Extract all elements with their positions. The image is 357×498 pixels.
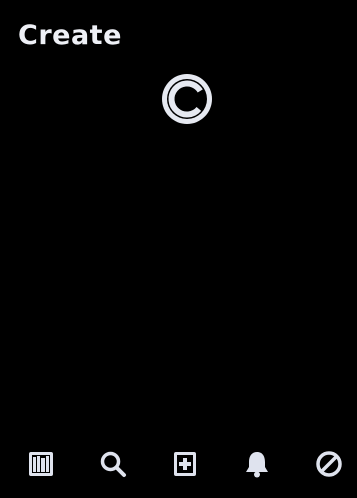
library-icon xyxy=(27,450,55,478)
compass-icon xyxy=(315,450,343,478)
bell-icon xyxy=(242,449,272,479)
loading-spinner-icon xyxy=(160,72,214,126)
create-plus-icon xyxy=(171,450,199,478)
tab-search[interactable] xyxy=(97,448,129,480)
tab-create[interactable] xyxy=(169,448,201,480)
tab-home[interactable] xyxy=(25,448,57,480)
tab-explore[interactable] xyxy=(313,448,345,480)
tab-notifications[interactable] xyxy=(241,448,273,480)
bottom-tab-bar xyxy=(0,436,357,498)
page-title: Create xyxy=(18,20,122,51)
search-icon xyxy=(99,450,127,478)
